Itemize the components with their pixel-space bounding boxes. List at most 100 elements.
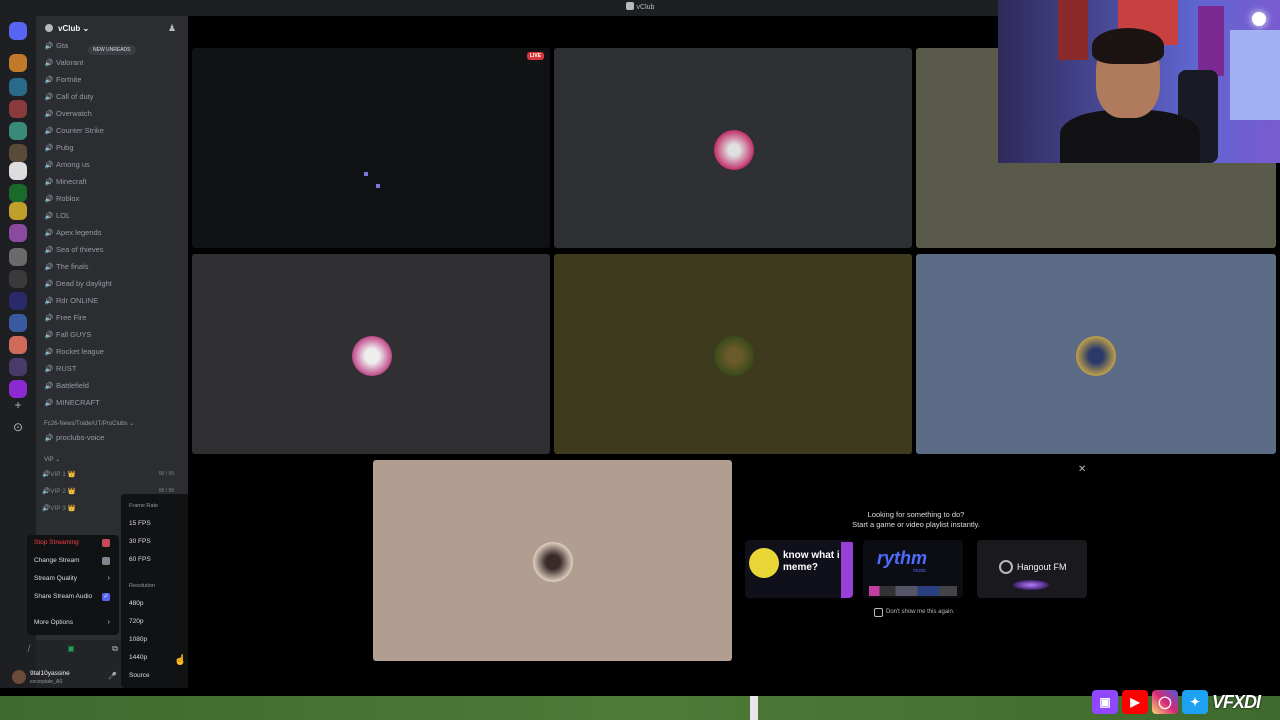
stop-stream-icon (102, 539, 110, 547)
dont-show-label: Don't show me this again. (886, 609, 955, 615)
mic-icon[interactable]: 🎤 (108, 672, 117, 680)
channel-label: Sea of thieves (56, 245, 104, 254)
stream-tile[interactable]: LIVE (192, 48, 550, 248)
change-stream-icon (102, 557, 110, 565)
participant-tile[interactable] (192, 254, 550, 454)
voice-channel-item[interactable]: 🔊 Call of duty (42, 89, 182, 104)
server-icon[interactable] (9, 358, 27, 376)
server-icon[interactable] (9, 54, 27, 72)
participant-tile[interactable] (554, 48, 912, 248)
server-icon[interactable] (9, 248, 27, 266)
server-icon[interactable] (9, 292, 27, 310)
stream-pixel (364, 172, 368, 176)
camera-off-icon[interactable]: ⧸ (24, 644, 34, 654)
discord-home-icon[interactable] (9, 22, 27, 40)
server-icon[interactable] (9, 202, 27, 220)
server-icon[interactable] (9, 100, 27, 118)
explore-icon[interactable]: ⊙ (9, 418, 27, 436)
participant-tile[interactable] (916, 254, 1276, 454)
server-name: vClub ⌄ (58, 24, 90, 33)
server-icon[interactable] (9, 144, 27, 162)
goal-post (750, 696, 758, 720)
more-options-item[interactable]: More Options › (34, 616, 114, 630)
activity-card-rythm[interactable]: rythm music (863, 540, 963, 598)
server-icon (45, 24, 53, 32)
voice-channel-item[interactable]: 🔊 RUST (42, 361, 182, 376)
server-header[interactable]: vClub ⌄ ♟ (36, 16, 188, 40)
wall-poster (1058, 0, 1088, 60)
server-icon[interactable] (9, 270, 27, 288)
activity-launcher: ✕ Looking for something to do? Start a g… (733, 460, 1099, 660)
screen-share-icon[interactable]: ▣ (66, 644, 76, 654)
activity-subtitle: Start a game or video playlist instantly… (852, 520, 980, 529)
voice-channel-item[interactable]: 🔊 The finals (42, 259, 182, 274)
chevron-right-icon: › (107, 619, 110, 626)
checkbox-checked-icon[interactable]: ✓ (102, 593, 110, 601)
voice-channel-item[interactable]: 🔊 Fall GUYS (42, 327, 182, 342)
voice-channel-item[interactable]: 🔊 Rocket league (42, 344, 182, 359)
voice-channel-item[interactable]: 🔊 Counter Strike (42, 123, 182, 138)
activity-card-hangout-fm[interactable]: Hangout FM (977, 540, 1087, 598)
activities-icon[interactable]: ⧉ (110, 644, 120, 654)
voice-channel-item[interactable]: 🔊 Among us (42, 157, 182, 172)
voice-channel-item[interactable]: 🔊 Apex legends (42, 225, 182, 240)
voice-channel-item[interactable]: 🔊 Fortnite (42, 72, 182, 87)
server-icon[interactable] (9, 336, 27, 354)
channel-label: Minecraft (56, 177, 87, 186)
category-vip[interactable]: VIP ⌄ (44, 456, 60, 463)
voice-channel-item[interactable]: 🔊 Pubg (42, 140, 182, 155)
avatar (352, 336, 392, 376)
participant-tile[interactable] (554, 254, 912, 454)
channel-label: Fortnite (56, 75, 82, 84)
activity-card-know-what-i-meme[interactable]: know what i meme? (745, 540, 853, 598)
youtube-icon: ▶ (1122, 690, 1148, 714)
speaker-icon: 🔊 (44, 349, 54, 356)
voice-channel-item[interactable]: 🔊 Overwatch (42, 106, 182, 121)
resolution-header: Resolution (129, 583, 155, 589)
voice-channel-item[interactable]: 🔊 Dead by daylight (42, 276, 182, 291)
dont-show-checkbox[interactable] (874, 608, 883, 617)
voice-channel-item[interactable]: 🔊 Rdr ONLINE (42, 293, 182, 308)
user-status: escorpiate_AS (30, 679, 63, 685)
server-icon[interactable] (9, 184, 27, 202)
server-icon[interactable] (9, 162, 27, 180)
server-icon[interactable] (9, 224, 27, 242)
channel-vip-1[interactable]: 🔊VIP 1 👑 00 / 99 (42, 468, 182, 481)
voice-channel-item[interactable]: 🔊 Gta (42, 38, 182, 53)
category-fc26[interactable]: Fc26-News/Trade/UT/ProClubs ⌄ (44, 420, 134, 427)
activity-card-label: rythm (877, 548, 928, 568)
channel-label: Gta (56, 41, 69, 50)
speaker-icon: 🔊 (44, 128, 54, 135)
close-icon[interactable]: ✕ (1078, 464, 1086, 475)
speaker-icon: 🔊 (44, 247, 54, 254)
server-icon[interactable] (9, 78, 27, 96)
channel-label: Overwatch (56, 109, 92, 118)
add-server-icon[interactable]: + (9, 396, 27, 414)
channel-label: Battlefield (56, 381, 89, 390)
voice-channel-item[interactable]: 🔊 Roblox (42, 191, 182, 206)
stream-quality-item[interactable]: Stream Quality › (34, 572, 114, 586)
card-art (841, 542, 853, 598)
server-icon[interactable] (9, 122, 27, 140)
speaker-icon: 🔊 (44, 43, 54, 50)
voice-channel-item[interactable]: 🔊 MINECRAFT (42, 395, 182, 410)
server-icon[interactable] (9, 314, 27, 332)
change-stream-item[interactable]: Change Stream (34, 554, 114, 568)
kwim-logo-icon (749, 548, 779, 578)
voice-channel-item[interactable]: 🔊 Sea of thieves (42, 242, 182, 257)
channel-proclubs-voice[interactable]: 🔊 proclubs-voice (42, 430, 182, 445)
share-stream-audio-item[interactable]: Share Stream Audio ✓ (34, 590, 114, 604)
voice-channel-item[interactable]: 🔊 Valorant (42, 55, 182, 70)
voice-channel-item[interactable]: 🔊 Battlefield (42, 378, 182, 393)
avatar[interactable] (12, 670, 26, 684)
stop-streaming-item[interactable]: Stop Streaming (34, 536, 114, 550)
participant-tile[interactable] (373, 460, 732, 661)
activity-title: Looking for something to do? (867, 510, 965, 519)
channel-label: Rocket league (56, 347, 104, 356)
invite-icon[interactable]: ♟ (168, 23, 178, 33)
channel-label: Fall GUYS (56, 330, 92, 339)
voice-channel-item[interactable]: 🔊 LOL (42, 208, 182, 223)
chevron-right-icon: › (107, 575, 110, 582)
voice-channel-item[interactable]: 🔊 Minecraft (42, 174, 182, 189)
voice-channel-item[interactable]: 🔊 Free Fire (42, 310, 182, 325)
